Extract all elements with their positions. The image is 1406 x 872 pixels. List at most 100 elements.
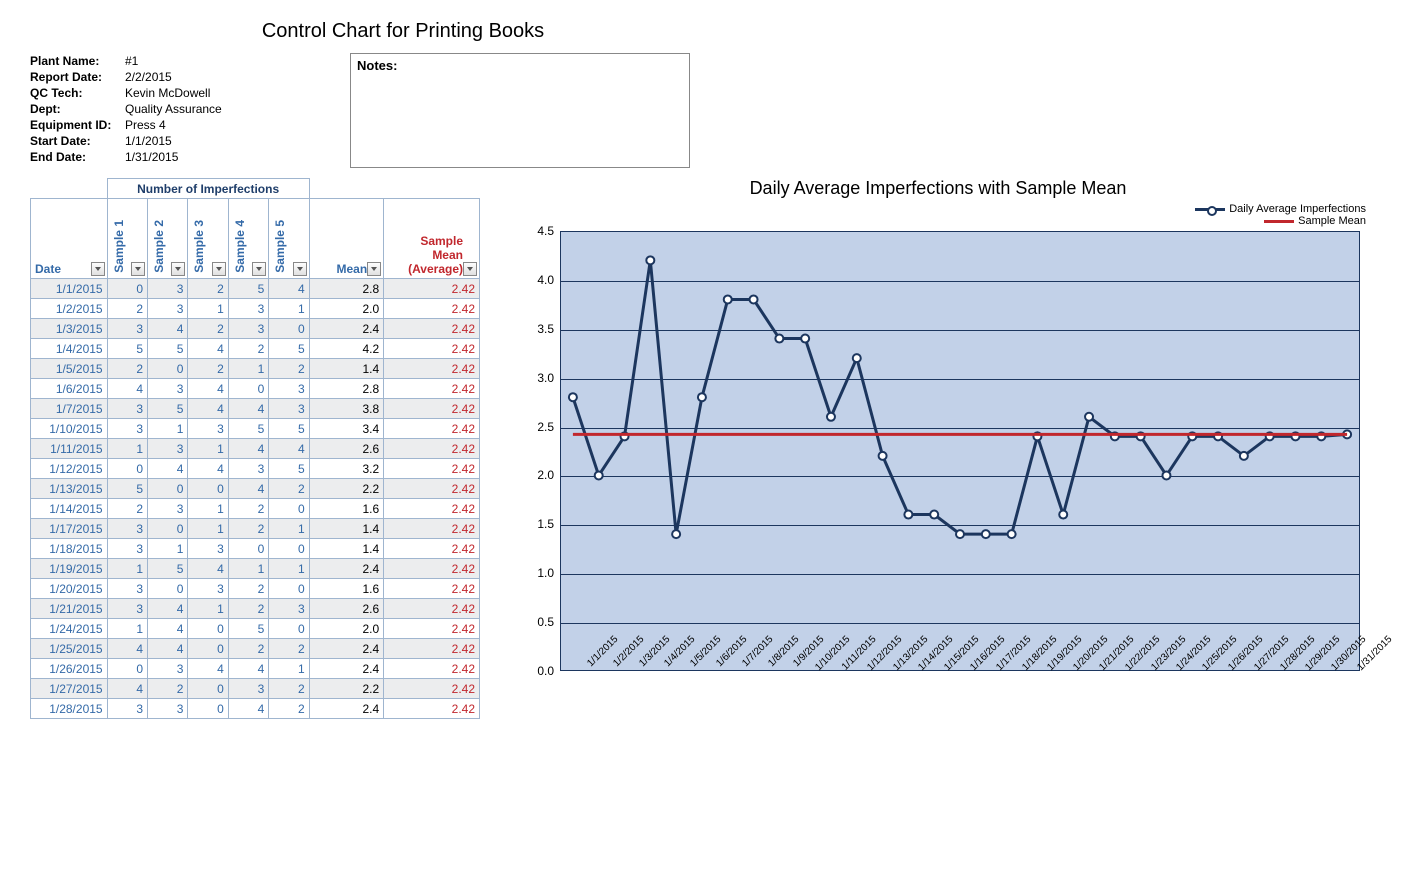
table-row: 1/4/2015554254.22.42 (31, 339, 480, 359)
mean-column-header[interactable]: Mean (309, 199, 383, 279)
sample-cell: 0 (188, 699, 228, 719)
legend-label: Daily Average Imperfections (1229, 203, 1366, 215)
date-cell: 1/7/2015 (31, 399, 108, 419)
table-row: 1/20/2015303201.62.42 (31, 579, 480, 599)
sample-cell: 3 (107, 419, 147, 439)
sample-cell: 0 (148, 519, 188, 539)
meta-row: QC Tech:Kevin McDowell (30, 85, 330, 101)
date-cell: 1/5/2015 (31, 359, 108, 379)
meta-label: QC Tech: (30, 85, 125, 101)
meta-value: 1/1/2015 (125, 133, 330, 149)
sample-cell: 2 (228, 639, 268, 659)
sample-cell: 5 (228, 619, 268, 639)
control-chart: Daily Average Imperfections with Sample … (480, 178, 1376, 731)
table-row: 1/19/2015154112.42.42 (31, 559, 480, 579)
sample-cell: 0 (148, 579, 188, 599)
sample-mean-cell: 2.42 (384, 419, 480, 439)
meta-value: Kevin McDowell (125, 85, 330, 101)
filter-dropdown-icon[interactable] (131, 262, 145, 276)
imperfections-table: Number of ImperfectionsDateSample 1Sampl… (30, 178, 480, 719)
date-cell: 1/13/2015 (31, 479, 108, 499)
sample-cell: 1 (269, 519, 309, 539)
meta-label: Equipment ID: (30, 117, 125, 133)
chart-plot: 0.00.51.01.52.02.53.03.54.04.51/1/20151/… (520, 231, 1360, 731)
date-column-header[interactable]: Date (31, 199, 108, 279)
table-row: 1/26/2015034412.42.42 (31, 659, 480, 679)
sample-cell: 1 (188, 499, 228, 519)
page-title: Control Chart for Printing Books (0, 20, 1406, 43)
filter-dropdown-icon[interactable] (463, 262, 477, 276)
sample-column-header-2[interactable]: Sample 2 (148, 199, 188, 279)
table-row: 1/25/2015440222.42.42 (31, 639, 480, 659)
sample-cell: 1 (148, 419, 188, 439)
date-cell: 1/19/2015 (31, 559, 108, 579)
date-cell: 1/3/2015 (31, 319, 108, 339)
sample-cell: 3 (107, 519, 147, 539)
sample-cell: 2 (107, 359, 147, 379)
sample-mean-cell: 2.42 (384, 439, 480, 459)
sample-mean-cell: 2.42 (384, 539, 480, 559)
table-row: 1/10/2015313553.42.42 (31, 419, 480, 439)
mean-cell: 3.4 (309, 419, 383, 439)
sample-cell: 1 (269, 559, 309, 579)
table-row: 1/6/2015434032.82.42 (31, 379, 480, 399)
sample-mean-cell: 2.42 (384, 519, 480, 539)
sample-cell: 3 (269, 379, 309, 399)
sample-column-header-1[interactable]: Sample 1 (107, 199, 147, 279)
legend-item: Daily Average Imperfections (1195, 203, 1366, 215)
sample-cell: 3 (148, 499, 188, 519)
sample-cell: 0 (228, 539, 268, 559)
meta-row: End Date:1/31/2015 (30, 149, 330, 165)
table-row: 1/18/2015313001.42.42 (31, 539, 480, 559)
mean-cell: 2.0 (309, 299, 383, 319)
mean-cell: 2.4 (309, 699, 383, 719)
sample-cell: 2 (188, 279, 228, 299)
sample-cell: 0 (228, 379, 268, 399)
filter-dropdown-icon[interactable] (293, 262, 307, 276)
date-cell: 1/12/2015 (31, 459, 108, 479)
sample-cell: 4 (148, 319, 188, 339)
sample-mean-column-header[interactable]: Sample Mean (Average) (384, 199, 480, 279)
sample-cell: 1 (228, 359, 268, 379)
sample-cell: 3 (228, 459, 268, 479)
gridline (561, 623, 1359, 624)
mean-cell: 2.4 (309, 659, 383, 679)
notes-box[interactable]: Notes: (350, 53, 690, 168)
sample-column-header-5[interactable]: Sample 5 (269, 199, 309, 279)
sample-cell: 3 (148, 299, 188, 319)
date-cell: 1/21/2015 (31, 599, 108, 619)
meta-row: Dept:Quality Assurance (30, 101, 330, 117)
meta-label: End Date: (30, 149, 125, 165)
filter-dropdown-icon[interactable] (91, 262, 105, 276)
table-row: 1/5/2015202121.42.42 (31, 359, 480, 379)
meta-row: Report Date:2/2/2015 (30, 69, 330, 85)
date-cell: 1/6/2015 (31, 379, 108, 399)
filter-dropdown-icon[interactable] (252, 262, 266, 276)
mean-cell: 2.2 (309, 479, 383, 499)
table-row: 1/17/2015301211.42.42 (31, 519, 480, 539)
mean-cell: 2.8 (309, 279, 383, 299)
sample-cell: 4 (188, 559, 228, 579)
mean-cell: 1.4 (309, 519, 383, 539)
table-row: 1/14/2015231201.62.42 (31, 499, 480, 519)
sample-column-header-3[interactable]: Sample 3 (188, 199, 228, 279)
mean-cell: 2.4 (309, 559, 383, 579)
mean-cell: 1.4 (309, 539, 383, 559)
sample-cell: 0 (188, 619, 228, 639)
sample-mean-cell: 2.42 (384, 579, 480, 599)
sample-cell: 3 (148, 279, 188, 299)
meta-label: Plant Name: (30, 53, 125, 69)
sample-column-header-4[interactable]: Sample 4 (228, 199, 268, 279)
filter-dropdown-icon[interactable] (171, 262, 185, 276)
filter-dropdown-icon[interactable] (212, 262, 226, 276)
sample-cell: 4 (148, 619, 188, 639)
sample-cell: 4 (269, 439, 309, 459)
date-cell: 1/18/2015 (31, 539, 108, 559)
gridline (561, 525, 1359, 526)
date-cell: 1/24/2015 (31, 619, 108, 639)
sample-cell: 1 (188, 299, 228, 319)
date-cell: 1/25/2015 (31, 639, 108, 659)
sample-cell: 5 (269, 459, 309, 479)
filter-dropdown-icon[interactable] (367, 262, 381, 276)
meta-label: Report Date: (30, 69, 125, 85)
